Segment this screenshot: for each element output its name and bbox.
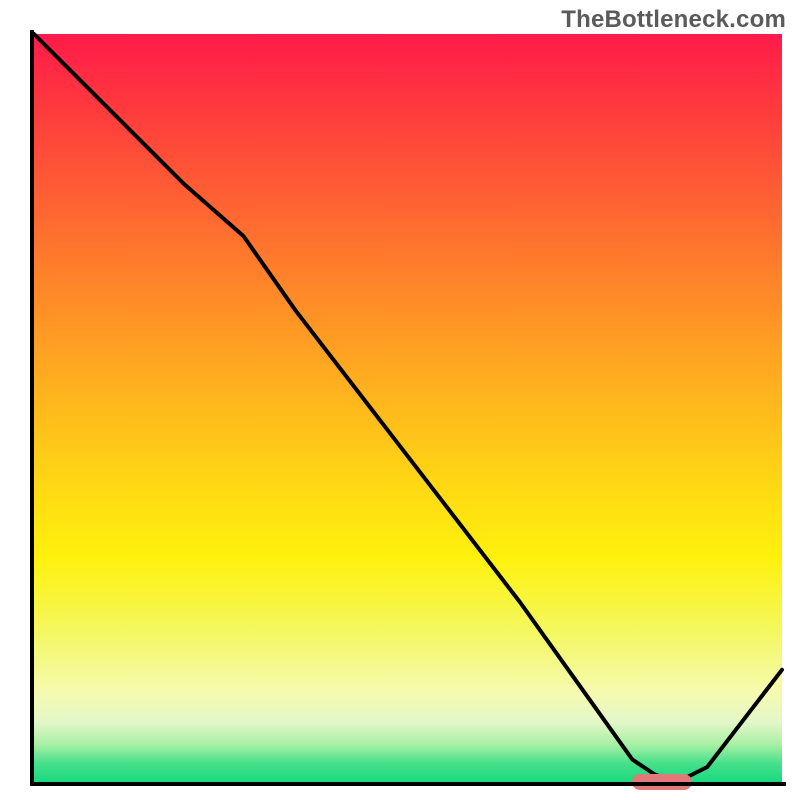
chart-container: TheBottleneck.com xyxy=(0,0,800,800)
curve-path xyxy=(34,34,782,782)
y-axis xyxy=(30,30,34,786)
x-axis xyxy=(30,782,786,786)
watermark-text: TheBottleneck.com xyxy=(561,6,786,34)
plot-area xyxy=(34,34,782,782)
bottleneck-curve xyxy=(34,34,782,782)
